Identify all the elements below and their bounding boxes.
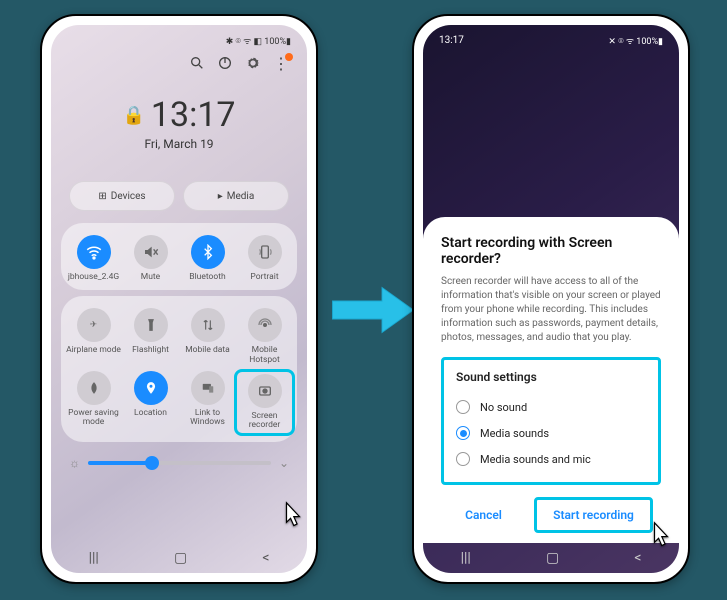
radio-icon	[456, 452, 470, 466]
dialog-title: Start recording with Screen recorder?	[441, 235, 661, 267]
arrow-icon	[328, 280, 418, 340]
recents-button[interactable]: |||	[89, 550, 99, 566]
clock-block: 🔒 13:17 Fri, March 19	[51, 95, 307, 151]
qs-power-saving[interactable]: Power saving mode	[65, 371, 122, 434]
quick-settings-panel-2: ✈Airplane mode Flashlight Mobile data Mo…	[61, 296, 297, 441]
nav-bar: ||| ▢ <	[423, 543, 679, 573]
status-bar: 13:17 ✕ ⌾ ᯤ 100%▮	[423, 25, 679, 49]
qs-portrait[interactable]: Portrait	[236, 235, 293, 282]
leaf-icon	[77, 371, 111, 405]
qs-mute[interactable]: Mute	[122, 235, 179, 282]
lock-icon: 🔒	[122, 105, 144, 126]
qs-wifi[interactable]: jbhouse_2.4G	[65, 235, 122, 282]
screen-recorder-dialog: Start recording with Screen recorder? Sc…	[423, 217, 679, 543]
clock-time: 13:17	[151, 95, 236, 135]
wifi-icon	[77, 235, 111, 269]
dialog-body: Screen recorder will have access to all …	[441, 275, 661, 345]
status-time: 13:17	[439, 35, 464, 46]
phone-right: 13:17 ✕ ⌾ ᯤ 100%▮ Start recording with S…	[412, 14, 690, 584]
mute-icon	[134, 235, 168, 269]
screen-recorder-icon	[248, 374, 282, 408]
status-icons: ✱ ⌾ ᯤ ◧ 100%▮	[226, 34, 291, 47]
sound-settings-title: Sound settings	[456, 370, 646, 384]
quick-settings-panel: jbhouse_2.4G Mute Bluetooth Portrait	[61, 223, 297, 290]
cancel-button[interactable]: Cancel	[449, 500, 518, 530]
radio-media-and-mic[interactable]: Media sounds and mic	[456, 446, 646, 472]
portrait-icon	[248, 235, 282, 269]
recents-button[interactable]: |||	[461, 550, 471, 566]
nav-bar: ||| ▢ <	[51, 543, 307, 573]
sound-settings-section: Sound settings No sound Media sounds Med…	[441, 357, 661, 485]
radio-no-sound[interactable]: No sound	[456, 394, 646, 420]
radio-icon	[456, 400, 470, 414]
qs-hotspot[interactable]: Mobile Hotspot	[236, 308, 293, 365]
quick-panel-actions: ⋮	[51, 49, 307, 73]
gear-icon[interactable]	[245, 55, 261, 71]
sun-icon: ☼	[69, 456, 80, 470]
flashlight-icon	[134, 308, 168, 342]
chevron-down-icon[interactable]: ⌄	[279, 456, 289, 470]
qs-location[interactable]: Location	[122, 371, 179, 434]
grid-icon: ⊞	[98, 191, 106, 202]
phone-left: ✱ ⌾ ᯤ ◧ 100%▮ ⋮ 🔒 13:17 Fri, March 19 ⊞D…	[40, 14, 318, 584]
more-icon[interactable]: ⋮	[273, 55, 289, 71]
dialog-actions: Cancel Start recording	[441, 497, 661, 533]
screen-left: ✱ ⌾ ᯤ ◧ 100%▮ ⋮ 🔒 13:17 Fri, March 19 ⊞D…	[51, 25, 307, 573]
back-button[interactable]: <	[634, 550, 641, 566]
start-recording-button[interactable]: Start recording	[534, 497, 653, 533]
home-button[interactable]: ▢	[174, 550, 187, 566]
clock-date: Fri, March 19	[51, 137, 307, 151]
pill-row: ⊞Devices ▸Media	[51, 181, 307, 211]
data-icon	[191, 308, 225, 342]
radio-media-sounds[interactable]: Media sounds	[456, 420, 646, 446]
radio-icon	[456, 426, 470, 440]
power-icon[interactable]	[217, 55, 233, 71]
brightness-slider-row: ☼ ⌄	[51, 442, 307, 476]
media-pill[interactable]: ▸Media	[183, 181, 289, 211]
play-icon: ▸	[218, 191, 223, 202]
screen-right: 13:17 ✕ ⌾ ᯤ 100%▮ Start recording with S…	[423, 25, 679, 573]
back-button[interactable]: <	[262, 550, 269, 566]
bluetooth-icon	[191, 235, 225, 269]
qs-airplane[interactable]: ✈Airplane mode	[65, 308, 122, 365]
brightness-slider[interactable]	[88, 461, 271, 465]
qs-screen-recorder[interactable]: Screen recorder	[234, 369, 295, 436]
pin-icon	[134, 371, 168, 405]
hotspot-icon	[248, 308, 282, 342]
search-icon[interactable]	[189, 55, 205, 71]
status-icons: ✕ ⌾ ᯤ 100%▮	[608, 34, 663, 47]
qs-mobile-data[interactable]: Mobile data	[179, 308, 236, 365]
qs-flashlight[interactable]: Flashlight	[122, 308, 179, 365]
airplane-icon: ✈	[77, 308, 111, 342]
devices-pill[interactable]: ⊞Devices	[69, 181, 175, 211]
qs-link-windows[interactable]: Link to Windows	[179, 371, 236, 434]
link-icon	[191, 371, 225, 405]
qs-bluetooth[interactable]: Bluetooth	[179, 235, 236, 282]
home-button[interactable]: ▢	[546, 550, 559, 566]
status-bar: ✱ ⌾ ᯤ ◧ 100%▮	[51, 25, 307, 49]
